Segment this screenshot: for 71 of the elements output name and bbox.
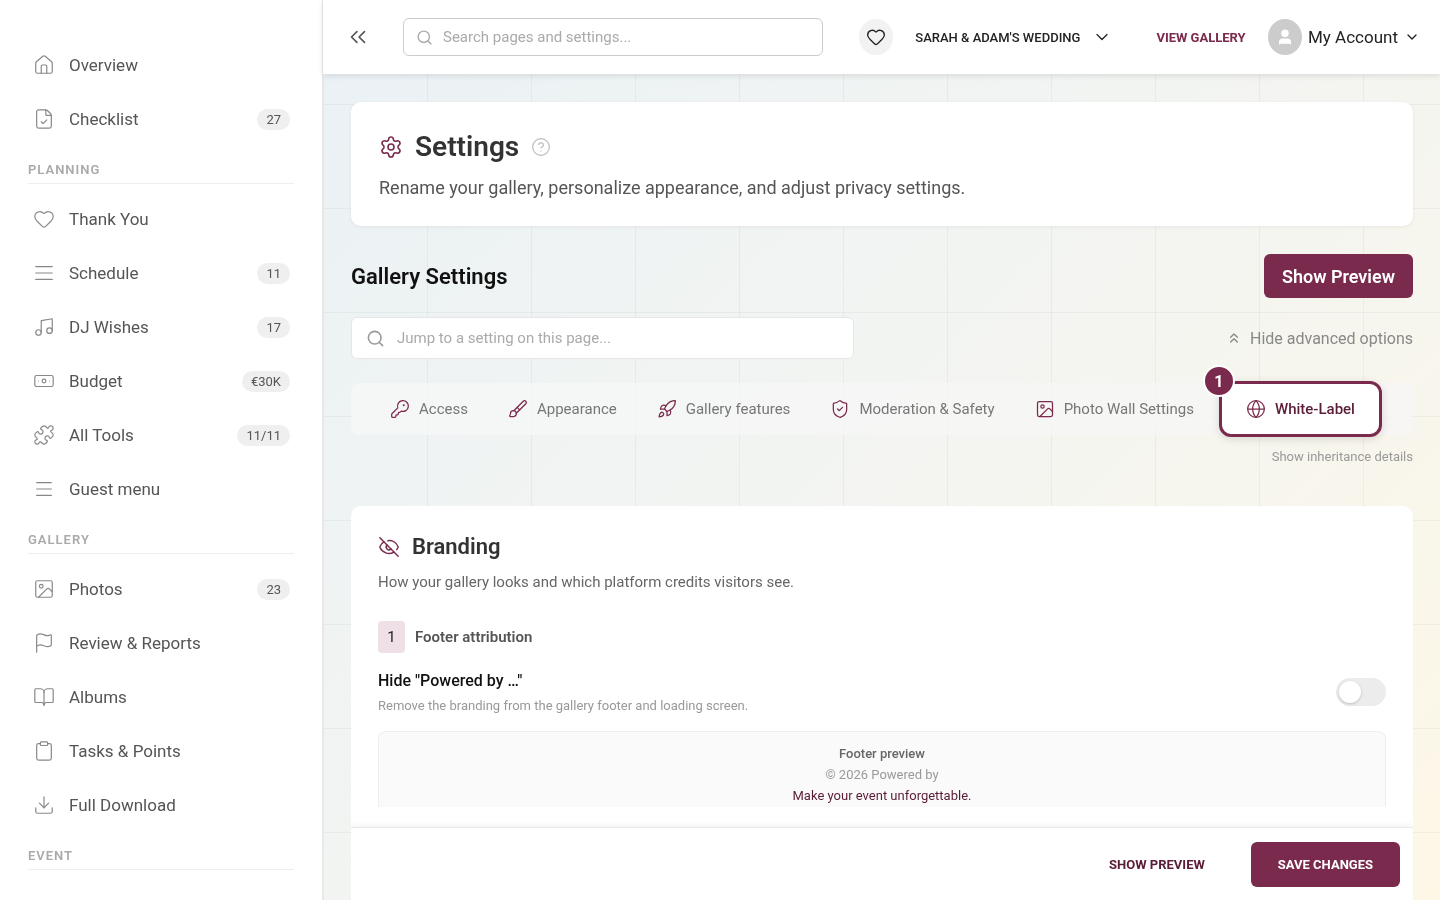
setting-hint: Remove the branding from the gallery footer and loading screen. bbox=[378, 698, 749, 713]
count-badge: 27 bbox=[257, 108, 290, 130]
search-input[interactable]: Search pages and settings... bbox=[441, 27, 810, 47]
step-badge: 1 bbox=[1202, 365, 1235, 397]
tab[interactable]: Appearance bbox=[492, 389, 632, 429]
document-check-icon bbox=[33, 108, 55, 130]
heart-icon bbox=[33, 208, 55, 230]
search-icon bbox=[366, 328, 385, 348]
download-icon bbox=[33, 794, 55, 816]
sidebar-item[interactable]: All Tools 11/11 bbox=[28, 408, 294, 462]
rocket-icon bbox=[656, 399, 677, 419]
sidebar-item[interactable]: Review & Reports bbox=[28, 616, 294, 670]
show-preview-button[interactable]: Show Preview bbox=[1263, 254, 1413, 298]
sidebar-item[interactable]: DJ Wishes 17 bbox=[28, 300, 294, 354]
sidebar-item[interactable]: Albums bbox=[28, 670, 294, 724]
sidebar-item[interactable]: Budget €30K bbox=[28, 354, 294, 408]
image-icon bbox=[33, 578, 55, 600]
sidebar-item[interactable]: Overview bbox=[28, 38, 294, 92]
sidebar-item[interactable]: Full Download bbox=[28, 778, 294, 832]
help-icon[interactable] bbox=[531, 136, 552, 157]
setting-search-field[interactable]: Jump to a setting on this page... bbox=[351, 317, 854, 359]
card-title: Branding bbox=[412, 534, 501, 559]
count-badge: 23 bbox=[257, 578, 290, 600]
image-icon bbox=[1034, 399, 1055, 419]
card-subtitle: How your gallery looks and which platform credits visitors see. bbox=[378, 573, 796, 591]
page-subtitle: Rename your gallery, personalize appearance, and adjust privacy settings. bbox=[379, 177, 967, 198]
save-changes-button[interactable]: SAVE CHANGES bbox=[1250, 841, 1400, 887]
globe-icon bbox=[1245, 399, 1266, 419]
tab[interactable]: Access bbox=[375, 389, 483, 429]
count-badge: 11 bbox=[257, 262, 290, 284]
music-note-icon bbox=[33, 316, 55, 338]
puzzle-icon bbox=[33, 424, 55, 446]
account-menu[interactable]: My Account bbox=[1307, 27, 1420, 47]
show-preview-button[interactable]: SHOW PREVIEW bbox=[1103, 855, 1211, 873]
flag-icon bbox=[33, 632, 55, 654]
copyright-text: © 2026 Powered by bbox=[825, 767, 939, 782]
sidebar-item[interactable]: Photos 23 bbox=[28, 562, 294, 616]
section-title: Gallery Settings bbox=[351, 263, 508, 289]
avatar-icon[interactable] bbox=[1267, 19, 1302, 55]
sidebar-heading: EVENT bbox=[28, 832, 294, 870]
section-heading: Footer attribution bbox=[415, 628, 533, 646]
sidebar-heading: PLANNING bbox=[28, 146, 294, 184]
eye-off-icon bbox=[378, 535, 400, 558]
view-gallery-link[interactable]: VIEW GALLERY bbox=[1156, 29, 1246, 45]
count-badge: €30K bbox=[241, 370, 290, 392]
search-field[interactable]: Search pages and settings... bbox=[403, 18, 823, 56]
count-badge: 11/11 bbox=[237, 424, 290, 446]
home-icon bbox=[33, 54, 55, 76]
toggle-switch[interactable] bbox=[1336, 678, 1386, 706]
sidebar-item[interactable]: Thank You bbox=[28, 192, 294, 246]
sidebar-item[interactable]: Guest menu bbox=[28, 462, 294, 516]
sidebar-item[interactable]: Schedule 11 bbox=[28, 246, 294, 300]
tab[interactable]: Moderation & Safety bbox=[815, 389, 1010, 429]
section-number: 1 bbox=[378, 621, 405, 653]
book-icon bbox=[33, 686, 55, 708]
tagline-text: Make your event unforgettable. bbox=[792, 788, 972, 803]
sidebar-item[interactable]: Tasks & Points bbox=[28, 724, 294, 778]
count-badge: 17 bbox=[257, 316, 290, 338]
key-icon bbox=[390, 399, 410, 419]
setting-search-input[interactable]: Jump to a setting on this page... bbox=[395, 328, 839, 348]
setting-label: Hide "Powered by …" bbox=[378, 671, 524, 690]
settings-icon bbox=[379, 134, 403, 159]
sidebar-item[interactable]: Checklist 27 bbox=[28, 92, 294, 146]
search-icon bbox=[416, 28, 433, 46]
page-title: Settings bbox=[415, 130, 520, 163]
sidebar-heading: GALLERY bbox=[28, 516, 294, 554]
preview-title: Footer preview bbox=[839, 746, 925, 761]
tab[interactable]: Gallery features bbox=[641, 389, 806, 429]
brush-icon bbox=[507, 399, 528, 419]
clipboard-icon bbox=[33, 740, 55, 762]
event-selector[interactable]: SARAH & ADAM'S WEDDING bbox=[909, 26, 1119, 48]
